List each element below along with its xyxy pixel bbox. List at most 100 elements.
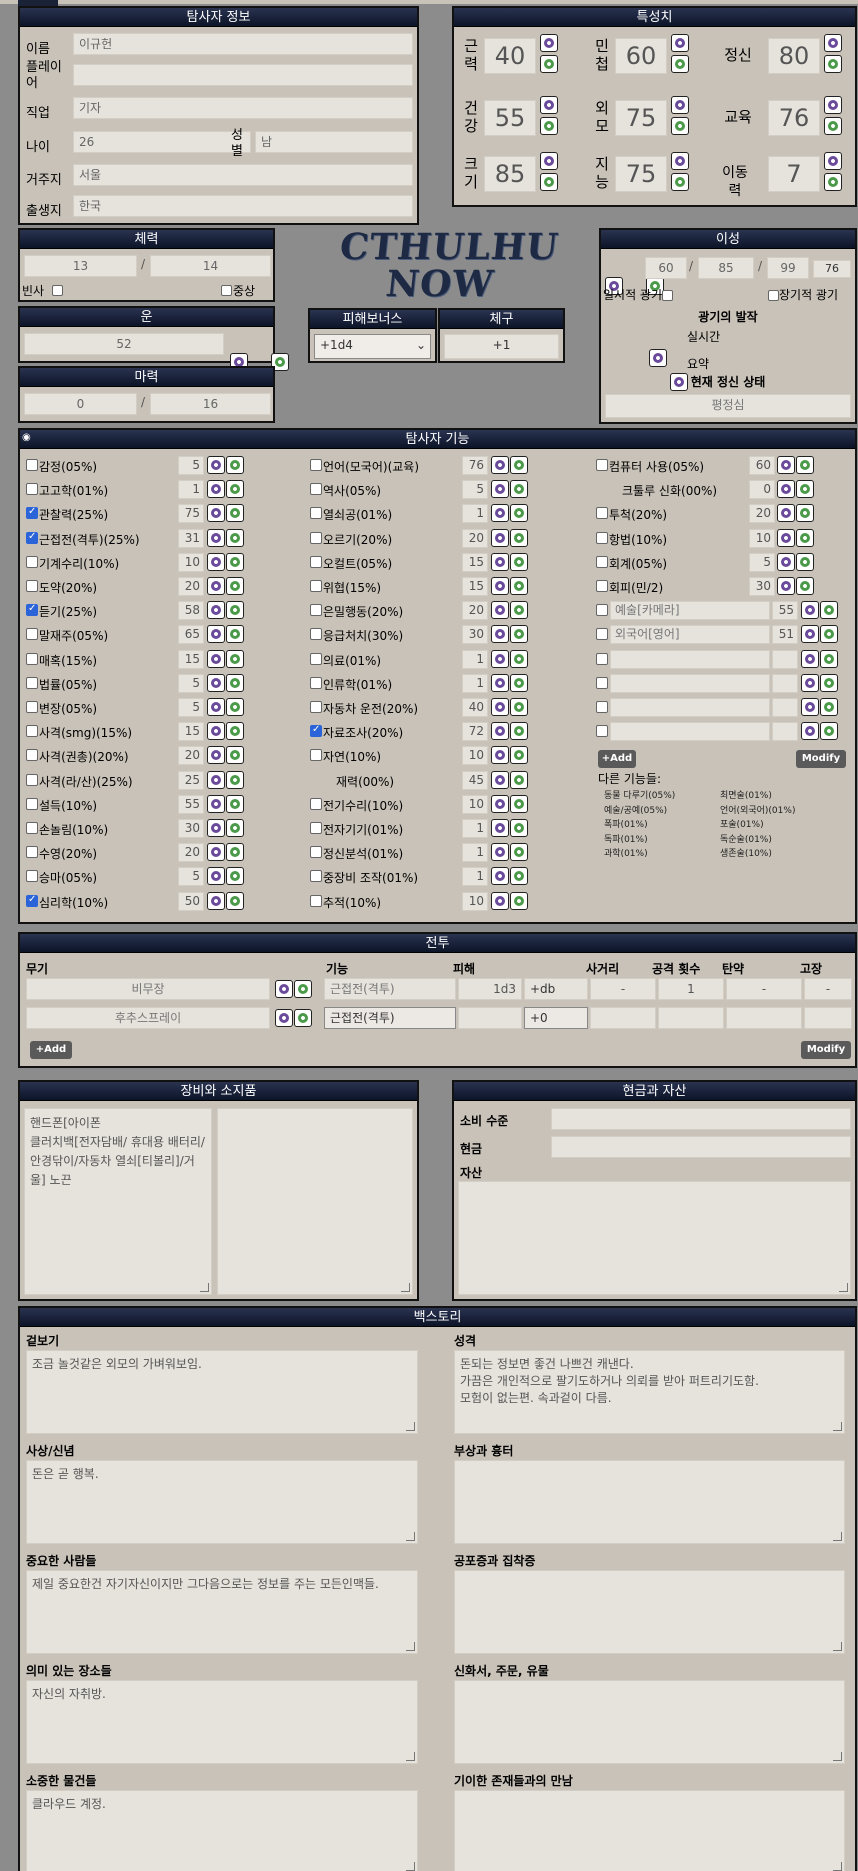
backstory-textarea[interactable]: 클라우드 계정. — [26, 1790, 418, 1871]
skill-checkbox[interactable] — [26, 894, 38, 907]
skill-checkbox[interactable] — [596, 531, 608, 544]
dice-icon[interactable] — [226, 649, 244, 668]
skill-checkbox[interactable] — [26, 459, 38, 471]
dice-icon[interactable] — [777, 528, 795, 547]
skill-value[interactable]: 25 — [178, 770, 204, 790]
dice-icon[interactable] — [226, 504, 244, 523]
skill-value[interactable]: 5 — [178, 698, 204, 717]
skill-value[interactable]: 20 — [178, 843, 204, 863]
custom-skill-name[interactable] — [610, 698, 770, 717]
stat-value[interactable]: 55 — [484, 100, 536, 136]
dice-icon[interactable] — [801, 698, 819, 716]
dice-icon[interactable] — [207, 746, 225, 765]
mp-max[interactable]: 16 — [150, 393, 271, 415]
backstory-textarea[interactable]: 돈되는 정보면 좋건 나쁘건 캐낸다. 가끔은 개인적으로 팔기도하거나 의뢰를… — [454, 1350, 845, 1434]
dice-icon[interactable] — [226, 456, 244, 474]
dice-icon[interactable] — [777, 577, 795, 595]
skill-checkbox[interactable] — [596, 725, 608, 738]
dice-icon[interactable] — [207, 625, 225, 644]
dice-icon[interactable] — [491, 794, 509, 813]
dice-icon[interactable] — [491, 456, 509, 474]
job-field[interactable]: 기자 — [73, 97, 413, 119]
backstory-textarea[interactable]: 제일 중요한건 자기자신이지만 그다음으로는 정보를 주는 모든인맥들. — [26, 1570, 418, 1654]
dice-icon[interactable] — [540, 55, 558, 73]
dice-icon[interactable] — [510, 456, 528, 474]
dice-icon[interactable] — [671, 117, 689, 135]
dice-icon[interactable] — [226, 770, 244, 789]
skill-checkbox[interactable] — [310, 894, 322, 907]
damage-bonus-select[interactable]: +1d4 ⌄ — [314, 334, 431, 359]
skill-checkbox[interactable] — [310, 507, 322, 520]
skill-checkbox[interactable] — [26, 603, 38, 617]
skill-value[interactable]: 51 — [772, 625, 798, 645]
skill-value[interactable]: 1 — [462, 843, 488, 863]
dice-icon[interactable] — [820, 722, 838, 741]
dice-icon[interactable] — [207, 722, 225, 741]
skill-value[interactable]: 5 — [462, 480, 488, 500]
weapon-ammo[interactable]: - — [726, 978, 802, 1000]
dice-icon[interactable] — [491, 698, 509, 716]
skill-checkbox[interactable] — [26, 725, 38, 738]
skill-value[interactable] — [772, 722, 798, 742]
dice-icon[interactable] — [207, 770, 225, 789]
dice-icon[interactable] — [777, 456, 795, 474]
dice-icon[interactable] — [491, 577, 509, 595]
dice-icon[interactable] — [491, 528, 509, 547]
skill-value[interactable] — [772, 649, 798, 669]
gear-textarea-left[interactable]: 핸드폰[아이폰 클러치백[전자담배/ 휴대용 배터리/안경닦이/자동차 열쇠[티… — [24, 1108, 212, 1295]
backstory-textarea[interactable] — [454, 1680, 845, 1764]
skill-checkbox[interactable] — [26, 701, 38, 713]
skill-checkbox[interactable] — [26, 628, 38, 641]
stat-value[interactable]: 60 — [615, 38, 667, 74]
skill-checkbox[interactable] — [26, 652, 38, 665]
dice-icon[interactable] — [491, 843, 509, 862]
skill-value[interactable] — [772, 698, 798, 717]
dice-icon[interactable] — [796, 504, 814, 523]
dice-icon[interactable] — [801, 649, 819, 668]
custom-skill-name[interactable] — [610, 649, 770, 669]
dice-icon[interactable] — [491, 770, 509, 789]
weapon-name[interactable]: 비무장 — [26, 978, 270, 1000]
stat-value[interactable]: 75 — [615, 100, 667, 136]
weapon-attacks[interactable] — [658, 1007, 724, 1029]
dice-icon[interactable] — [824, 152, 842, 170]
dice-icon[interactable] — [207, 698, 225, 716]
dice-icon[interactable] — [824, 55, 842, 73]
gear-textarea-right[interactable] — [217, 1108, 413, 1295]
dice-icon[interactable] — [820, 673, 838, 692]
dice-icon[interactable] — [207, 480, 225, 499]
dice-icon[interactable] — [226, 577, 244, 595]
modify-weapon-button[interactable]: Modify — [801, 1041, 851, 1059]
dice-icon[interactable] — [510, 601, 528, 620]
skill-checkbox[interactable] — [310, 822, 322, 834]
dice-icon[interactable] — [226, 843, 244, 862]
skill-value[interactable]: 10 — [462, 746, 488, 766]
skill-checkbox[interactable] — [310, 628, 322, 641]
birthplace-field[interactable]: 한국 — [73, 195, 413, 217]
dice-icon[interactable] — [226, 698, 244, 716]
weapon-damage[interactable]: 1d3 — [458, 978, 522, 1000]
dice-icon[interactable] — [207, 673, 225, 692]
backstory-textarea[interactable] — [454, 1460, 845, 1544]
dice-icon[interactable] — [820, 601, 838, 620]
skill-checkbox[interactable] — [310, 652, 322, 665]
dice-icon[interactable] — [777, 552, 795, 571]
modify-skill-button[interactable]: Modify — [796, 750, 846, 768]
dice-icon[interactable] — [510, 843, 528, 862]
skill-checkbox[interactable] — [310, 724, 322, 738]
stat-value[interactable]: 76 — [768, 100, 820, 136]
stat-value[interactable]: 7 — [768, 156, 820, 192]
skill-checkbox[interactable] — [310, 797, 322, 810]
skill-value[interactable]: 30 — [462, 625, 488, 645]
skill-checkbox[interactable] — [26, 846, 38, 859]
dice-icon[interactable] — [796, 577, 814, 595]
skill-checkbox[interactable] — [26, 483, 38, 496]
dice-icon[interactable] — [207, 504, 225, 523]
skill-value[interactable]: 58 — [178, 601, 204, 621]
weapon-range[interactable]: - — [590, 978, 656, 1000]
dice-icon[interactable] — [226, 625, 244, 644]
luck-value[interactable]: 52 — [24, 333, 224, 355]
skill-checkbox[interactable] — [596, 676, 608, 689]
skill-value[interactable]: 5 — [749, 552, 775, 572]
dice-icon[interactable] — [207, 819, 225, 837]
